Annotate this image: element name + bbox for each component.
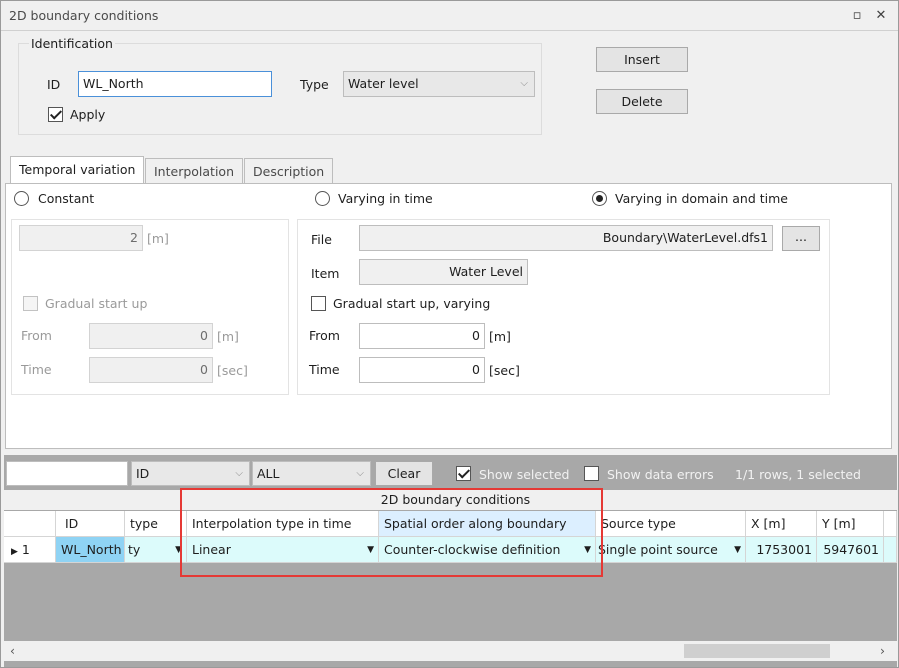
table-row-header[interactable]: ▶ 1 (4, 537, 56, 563)
horizontal-scrollbar[interactable]: ‹ › (4, 641, 897, 661)
column-header-id[interactable]: ID (56, 511, 125, 537)
gradual-startup-checkbox (23, 296, 38, 311)
varying-time-radio-label: Varying in time (338, 191, 433, 206)
constant-unit: [m] (147, 231, 169, 246)
scroll-left-icon[interactable]: ‹ (10, 643, 15, 658)
type-label: Type (300, 77, 329, 92)
dialog-window: 2D boundary conditions ▫ ✕ Identificatio… (0, 0, 899, 668)
title-bar: 2D boundary conditions ▫ ✕ (1, 1, 898, 31)
type-select-value: Water level (348, 76, 419, 91)
constant-radio[interactable] (14, 191, 29, 206)
column-header-source-type[interactable]: Source type (596, 511, 746, 537)
file-label: File (311, 232, 332, 247)
time-unit: [sec] (217, 363, 248, 378)
time-label: Time (21, 362, 52, 377)
grid-search-input[interactable] (6, 461, 128, 486)
tab-description[interactable]: Description (244, 158, 334, 184)
show-selected-checkbox[interactable] (456, 466, 471, 481)
type-select[interactable]: Water level ⌵ (343, 71, 535, 97)
constant-value-input: 2 (19, 225, 143, 251)
browse-file-button[interactable]: ... (782, 226, 820, 251)
row-number: 1 (21, 542, 30, 557)
from-label: From (21, 328, 52, 343)
chevron-down-icon: ⌵ (235, 468, 243, 479)
constant-radio-label: Constant (38, 191, 95, 206)
from2-input[interactable]: 0 (359, 323, 485, 349)
grid-field-select[interactable]: ID ⌵ (131, 461, 250, 486)
from2-label: From (309, 328, 340, 343)
column-header-type[interactable]: type (125, 511, 187, 537)
clear-filter-button[interactable]: Clear (375, 461, 433, 486)
apply-label: Apply (70, 107, 106, 122)
show-data-errors-checkbox[interactable] (584, 466, 599, 481)
gradual-startup-varying-checkbox[interactable] (311, 296, 326, 311)
id-label: ID (47, 77, 61, 92)
grid-corner-header (4, 511, 56, 537)
tab-temporal-variation[interactable]: Temporal variation (10, 156, 145, 184)
scroll-right-icon[interactable]: › (880, 643, 885, 658)
file-path-input[interactable]: Boundary\WaterLevel.dfs1 (359, 225, 773, 251)
cell-type[interactable]: ty ▼ (125, 537, 187, 563)
insert-button[interactable]: Insert (596, 47, 688, 72)
maximize-icon[interactable]: ▫ (847, 6, 867, 26)
chevron-down-icon: ▼ (734, 545, 741, 555)
from-input: 0 (89, 323, 213, 349)
chevron-down-icon: ⌵ (356, 468, 364, 479)
grid-scope-select-value: ALL (257, 466, 280, 481)
highlight-box (180, 488, 603, 577)
grid-status-text: 1/1 rows, 1 selected (735, 467, 861, 482)
varying-domain-time-radio-label: Varying in domain and time (615, 191, 788, 206)
scrollbar-thumb[interactable] (684, 644, 830, 658)
grid-scope-select[interactable]: ALL ⌵ (252, 461, 371, 486)
column-header-filler (884, 511, 897, 537)
show-data-errors-label: Show data errors (607, 467, 714, 482)
time2-unit: [sec] (489, 363, 520, 378)
gradual-startup-label: Gradual start up (45, 296, 148, 311)
tab-interpolation[interactable]: Interpolation (145, 158, 243, 184)
cell-type-value: ty (128, 542, 141, 557)
cell-filler (884, 537, 897, 563)
delete-button[interactable]: Delete (596, 89, 688, 114)
from-unit: [m] (217, 329, 239, 344)
time2-label: Time (309, 362, 340, 377)
apply-checkbox[interactable] (48, 107, 63, 122)
varying-domain-time-radio[interactable] (592, 191, 607, 206)
varying-time-radio[interactable] (315, 191, 330, 206)
show-selected-label: Show selected (479, 467, 570, 482)
window-title: 2D boundary conditions (9, 8, 159, 23)
cell-y[interactable]: 5947601 (817, 537, 884, 563)
chevron-down-icon: ⌵ (520, 78, 528, 89)
cell-source-type[interactable]: Single point source ▼ (596, 537, 746, 563)
row-pointer-icon: ▶ (11, 547, 18, 557)
gradual-startup-varying-label: Gradual start up, varying (333, 296, 491, 311)
column-header-y[interactable]: Y [m] (817, 511, 884, 537)
cell-id[interactable]: WL_North (56, 537, 125, 563)
time2-input[interactable]: 0 (359, 357, 485, 383)
item-input[interactable]: Water Level (359, 259, 528, 285)
id-input[interactable]: WL_North (78, 71, 272, 97)
item-label: Item (311, 266, 340, 281)
close-icon[interactable]: ✕ (871, 6, 891, 26)
time-input: 0 (89, 357, 213, 383)
cell-x[interactable]: 1753001 (746, 537, 817, 563)
identification-group-label: Identification (29, 36, 115, 51)
grid-field-select-value: ID (136, 466, 150, 481)
column-header-x[interactable]: X [m] (746, 511, 817, 537)
from2-unit: [m] (489, 329, 511, 344)
cell-source-type-value: Single point source (598, 542, 718, 557)
